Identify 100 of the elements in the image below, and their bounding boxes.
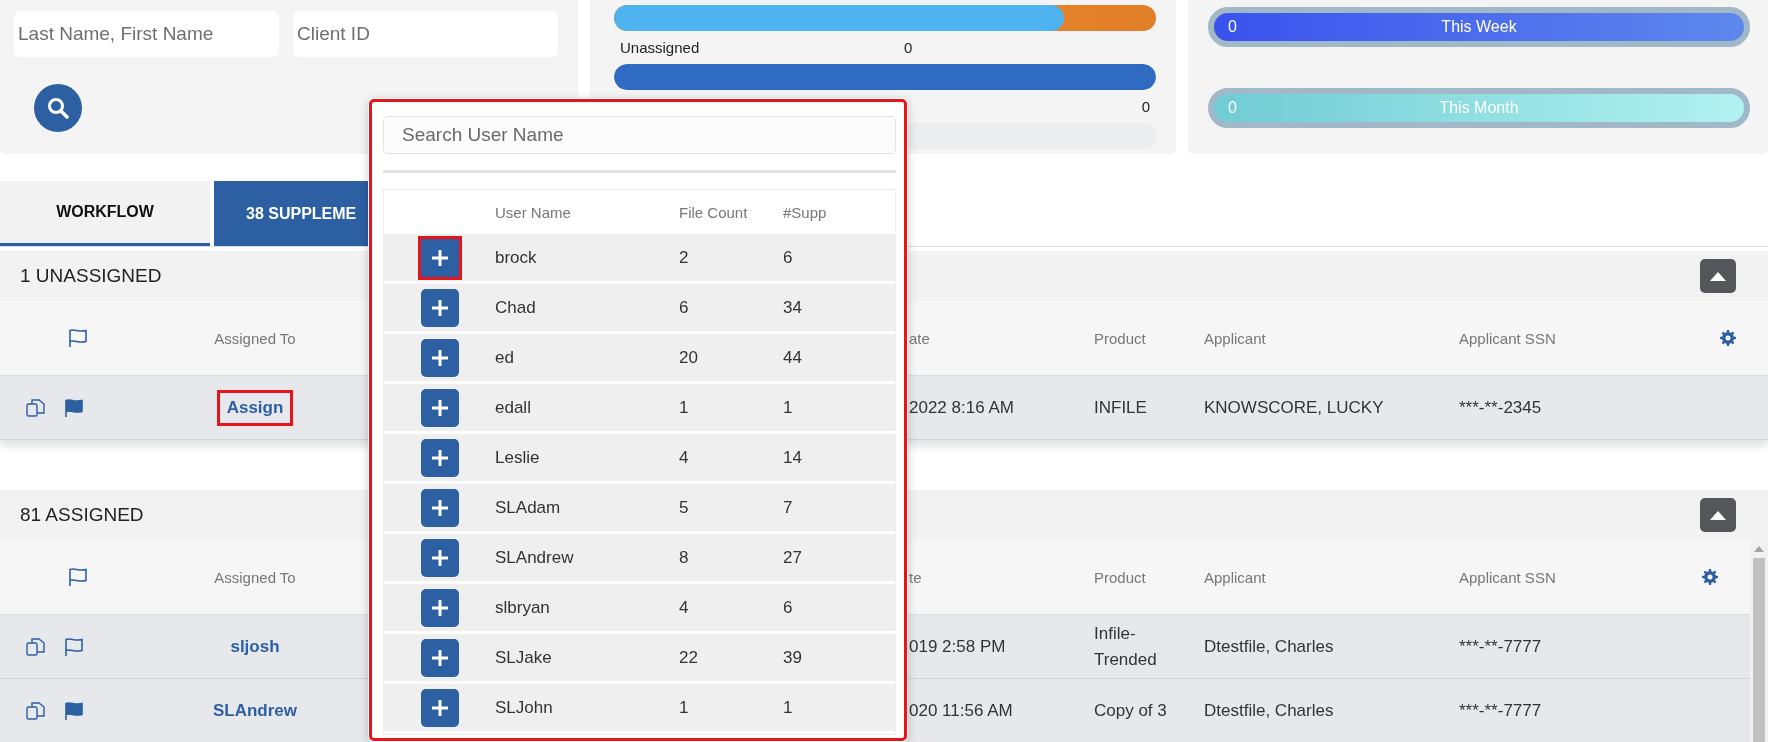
tab[interactable]: WORKFLOW <box>0 181 210 246</box>
filled-flag-icon[interactable] <box>64 397 84 418</box>
add-button[interactable] <box>420 488 459 527</box>
input-field[interactable]: Last Name, First Name <box>14 11 279 57</box>
filled-flag-icon[interactable] <box>64 700 84 721</box>
plus-icon <box>430 448 449 467</box>
add-button[interactable] <box>420 238 459 277</box>
file-count: 6 <box>679 297 690 318</box>
plus-icon <box>430 398 449 417</box>
supp-count: 14 <box>783 447 803 468</box>
scrollbar[interactable] <box>1750 540 1768 742</box>
supp-count: 34 <box>783 297 803 318</box>
add-button[interactable] <box>420 288 459 327</box>
user-row[interactable]: SLJohn 1 1 <box>384 684 895 731</box>
assignee-link[interactable]: sljosh <box>220 628 290 665</box>
user-name: ed <box>495 347 515 368</box>
column-header: User Name <box>495 203 572 221</box>
table-cell-text: 2022 8:16 AM <box>908 396 1015 419</box>
meter-value: 0 <box>1228 99 1237 117</box>
column-header: File Count <box>679 203 749 221</box>
supp-count: 39 <box>783 647 803 668</box>
flag-icon[interactable] <box>68 567 88 587</box>
supp-count: 44 <box>783 347 803 368</box>
user-row[interactable]: slbryan 4 6 <box>384 584 895 631</box>
plus-icon <box>430 298 449 317</box>
search-field[interactable]: Search User Name <box>383 116 896 154</box>
user-row[interactable]: edall 1 1 <box>384 384 895 431</box>
flag-icon[interactable] <box>64 636 84 657</box>
user-name: Leslie <box>495 447 541 468</box>
table-cell-text: INFILE <box>1093 396 1148 419</box>
table-cell-text: ***-**-7777 <box>1458 699 1543 722</box>
user-row[interactable]: brock 2 6 <box>384 234 895 281</box>
add-button[interactable] <box>420 638 459 677</box>
column-header[interactable]: Applicant SSN <box>1455 568 1682 586</box>
user-name: SLJake <box>495 647 553 668</box>
copy-icon[interactable] <box>26 700 46 721</box>
table-cell-text: 020 11:56 AM <box>908 699 1014 722</box>
user-name: brock <box>495 247 538 268</box>
copy-icon[interactable] <box>26 636 46 657</box>
user-row[interactable]: SLAndrew 8 27 <box>384 534 895 581</box>
user-row[interactable]: Leslie 4 14 <box>384 434 895 481</box>
settings-icon[interactable] <box>1702 569 1718 585</box>
plus-icon <box>430 648 449 667</box>
user-row[interactable]: SLJake 22 39 <box>384 634 895 681</box>
plus-icon <box>430 698 449 717</box>
add-button[interactable] <box>420 588 459 627</box>
assignee-link[interactable]: SLAndrew <box>202 692 308 729</box>
settings-icon[interactable] <box>1720 330 1736 346</box>
file-count: 8 <box>679 547 690 568</box>
add-button[interactable] <box>420 338 459 377</box>
add-button[interactable] <box>420 688 459 727</box>
user-row[interactable]: ed 20 44 <box>384 334 895 381</box>
user-name: slbryan <box>495 597 551 618</box>
file-count: 20 <box>679 347 699 368</box>
file-count: 4 <box>679 597 690 618</box>
user-name: SLAdam <box>495 497 562 518</box>
plus-icon <box>430 348 449 367</box>
bar-count: 0 <box>1141 98 1151 115</box>
plus-icon <box>430 548 449 567</box>
meter-label: This Month <box>1439 99 1519 117</box>
file-count: 1 <box>679 697 690 718</box>
column-header[interactable]: Assigned To <box>140 568 370 586</box>
file-count: 22 <box>679 647 699 668</box>
table-cell-text: Dtestfile, Charles <box>1203 699 1335 722</box>
flag-icon[interactable] <box>68 328 88 348</box>
collapse-button[interactable] <box>1700 498 1736 532</box>
user-name: edall <box>495 397 532 418</box>
supp-count: 7 <box>783 497 794 518</box>
add-button[interactable] <box>420 538 459 577</box>
supp-count: 6 <box>783 597 794 618</box>
copy-icon[interactable] <box>26 397 46 418</box>
column-header[interactable]: Product <box>1090 329 1200 347</box>
supp-count: 6 <box>783 247 794 268</box>
add-button[interactable] <box>420 438 459 477</box>
search-button[interactable] <box>34 84 82 132</box>
table-cell-text: ***-**-7777 <box>1458 635 1543 658</box>
supp-count: 27 <box>783 547 803 568</box>
section-title: 1 UNASSIGNED <box>20 265 162 287</box>
file-count: 1 <box>679 397 690 418</box>
assign-link[interactable]: Assign <box>216 389 294 426</box>
column-header: #Supp <box>783 203 828 221</box>
user-row[interactable]: SLAdam 5 7 <box>384 484 895 531</box>
table-cell-text: Dtestfile, Charles <box>1203 635 1335 658</box>
column-header[interactable]: Applicant <box>1200 568 1455 586</box>
collapse-button[interactable] <box>1700 259 1736 293</box>
column-header[interactable]: Applicant <box>1200 329 1455 347</box>
column-header[interactable]: te <box>905 568 1090 586</box>
input-field[interactable]: Client ID <box>293 11 558 57</box>
caret-up-icon <box>1710 510 1726 520</box>
add-button[interactable] <box>420 388 459 427</box>
column-header[interactable]: Applicant SSN <box>1455 329 1700 347</box>
column-header[interactable]: Product <box>1090 568 1200 586</box>
column-header[interactable]: Assigned To <box>140 329 370 347</box>
plus-icon <box>430 598 449 617</box>
supp-count: 1 <box>783 697 794 718</box>
meter-label: This Week <box>1441 18 1517 36</box>
user-row[interactable]: Chad 6 34 <box>384 284 895 331</box>
plus-icon <box>430 498 449 517</box>
file-count: 5 <box>679 497 690 518</box>
column-header[interactable]: ate <box>905 329 1090 347</box>
